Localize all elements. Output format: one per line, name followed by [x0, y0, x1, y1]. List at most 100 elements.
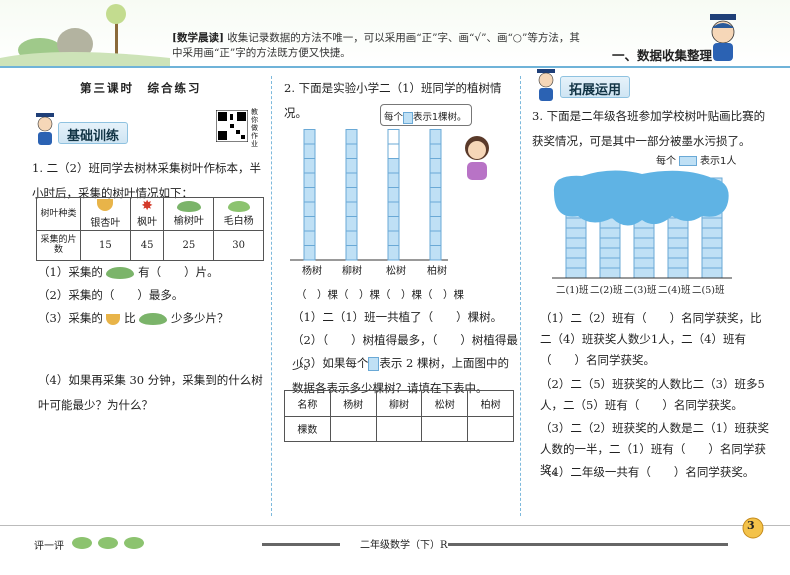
- leaf-name: 榆树叶: [173, 215, 204, 227]
- legend-text: 每个: [656, 156, 676, 167]
- bar-cell: [345, 129, 358, 145]
- question-1-3: （3）采集的 比 少多少片？: [38, 306, 228, 331]
- question-3-1: （1）二（2）班有（ ）名同学获奖，比二（4）班获奖人数少1人，二（4）班有（ …: [540, 311, 762, 367]
- table-header: 采集的片数: [36, 229, 81, 262]
- leaf-count: 15: [80, 229, 131, 262]
- bar-cell: [345, 172, 358, 188]
- table-row-label: 棵数: [284, 415, 331, 442]
- eval-leaves-icon[interactable]: [70, 532, 150, 550]
- question-text: （1）采集的: [38, 265, 103, 279]
- bar-cell: [565, 227, 587, 239]
- legend-square: [679, 156, 697, 166]
- bar-cell: [387, 230, 400, 246]
- bar-cell: [303, 201, 316, 217]
- bar-cell: [667, 227, 689, 239]
- question-1-2: （2）采集的（ ）最多。: [38, 288, 184, 302]
- bar-cell: [387, 158, 400, 174]
- elm-leaf-icon: [176, 200, 201, 212]
- bar-cell: [599, 247, 621, 259]
- class-label: 二(2)班: [590, 285, 623, 296]
- bar-cell: [387, 172, 400, 188]
- bar-cell: [303, 172, 316, 188]
- bar-cell: [345, 143, 358, 159]
- prize-bar-chart: [552, 170, 732, 279]
- bar-cell: [701, 237, 723, 249]
- column-divider: [520, 76, 521, 516]
- bar-cell: [633, 267, 655, 279]
- answer-cell[interactable]: [421, 415, 469, 442]
- bar-cell: [429, 201, 442, 217]
- bar-cell: [345, 245, 358, 261]
- question-text: （3）如果每个: [292, 356, 369, 370]
- bar-cell: [429, 172, 442, 188]
- landscape-illustration: [0, 4, 170, 66]
- column-divider: [271, 76, 272, 516]
- question-2-1: （1）二（1）班一共植了（ ）棵树。: [292, 310, 503, 324]
- bar-cell: [701, 257, 723, 269]
- eval-label: 评一评: [34, 541, 64, 552]
- section-tag-extension: 拓展运用: [560, 76, 631, 98]
- bar-cell: [345, 216, 358, 232]
- answer-cell[interactable]: [375, 415, 423, 442]
- bar-cell: [303, 245, 316, 261]
- blank-row[interactable]: （ ）棵（ ）棵（ ）棵（ ）棵: [296, 287, 464, 302]
- bar-cell: [701, 227, 723, 239]
- bar-cell: [429, 230, 442, 246]
- bar-cell: [667, 267, 689, 279]
- bar-cell: [565, 257, 587, 269]
- bar-cell: [345, 187, 358, 203]
- ginkgo-leaf-icon: [97, 198, 114, 211]
- bar-cell: [429, 129, 442, 145]
- bar-cell: [387, 143, 400, 159]
- bar-cell: [303, 230, 316, 246]
- qr-code-icon[interactable]: [216, 110, 248, 142]
- bar-cell: [667, 247, 689, 259]
- bar-cell: [599, 257, 621, 269]
- bar-cell: [387, 245, 400, 261]
- footer-bar: [262, 543, 340, 546]
- answer-cell[interactable]: [467, 415, 514, 442]
- bar-cell: [701, 247, 723, 259]
- bar-cell: [599, 237, 621, 249]
- question-text: 比: [124, 311, 136, 325]
- bar-cell: [701, 217, 723, 229]
- question-3-2: （2）二（5）班获奖的人数比二（3）班多5人，二（5）班有（ ）名同学获奖。: [540, 377, 765, 412]
- tree-label: 松树: [386, 266, 406, 277]
- elm-leaf-icon: [106, 267, 135, 279]
- table-header: 杨树: [329, 390, 377, 417]
- poplar-leaf-icon: [139, 313, 168, 325]
- leaf-count: 45: [129, 229, 165, 262]
- bar-cell: [565, 217, 587, 229]
- bar-cell: [303, 143, 316, 159]
- legend-text: 每个: [384, 112, 404, 123]
- bar-cell: [303, 187, 316, 203]
- question-1-4: （4）如果再采集 30 分钟，采集到的什么树叶可能最少？为什么？: [38, 373, 263, 412]
- question-3-text: 3. 下面是二年级各班参加学校树叶贴画比赛的获奖情况，可是其中一部分被墨水污损了…: [532, 109, 766, 148]
- bar-cell: [599, 267, 621, 279]
- bar-cell: [303, 158, 316, 174]
- bar-cell: [633, 257, 655, 269]
- bar-cell: [565, 247, 587, 259]
- bar-cell: [429, 143, 442, 159]
- girl-icon: [465, 136, 489, 180]
- leaf-cell-poplar: 毛白杨: [213, 197, 264, 231]
- table-header: 松树: [421, 390, 469, 417]
- legend-text: 表示1人: [700, 156, 737, 167]
- chart-legend: 每个 表示1棵树。: [380, 104, 472, 126]
- leaf-name: 毛白杨: [223, 215, 254, 227]
- question-text: （3）采集的: [38, 311, 103, 325]
- question-text: 有（ ）片。: [138, 265, 219, 279]
- leaf-count: 30: [213, 229, 264, 262]
- bar-cell: [565, 267, 587, 279]
- table-header: 树叶种类: [36, 197, 81, 231]
- poplar-leaf-icon: [227, 200, 250, 212]
- answer-cell[interactable]: [329, 415, 377, 442]
- scholar-boy-icon: [537, 69, 555, 101]
- leaf-cell-elm: 榆树叶: [163, 197, 215, 231]
- bar-cell: [429, 158, 442, 174]
- leaf-count-table: 树叶种类 银杏叶 ✸ 枫叶 榆树叶 毛白杨 采集的片数 15 45 25 30: [36, 197, 264, 262]
- tree-count-table: 名称 杨树 柳树 松树 柏树 棵数: [284, 390, 514, 442]
- bar-cell: [667, 257, 689, 269]
- scholar-boy-icon: [36, 113, 54, 145]
- page-number: 3: [747, 519, 755, 532]
